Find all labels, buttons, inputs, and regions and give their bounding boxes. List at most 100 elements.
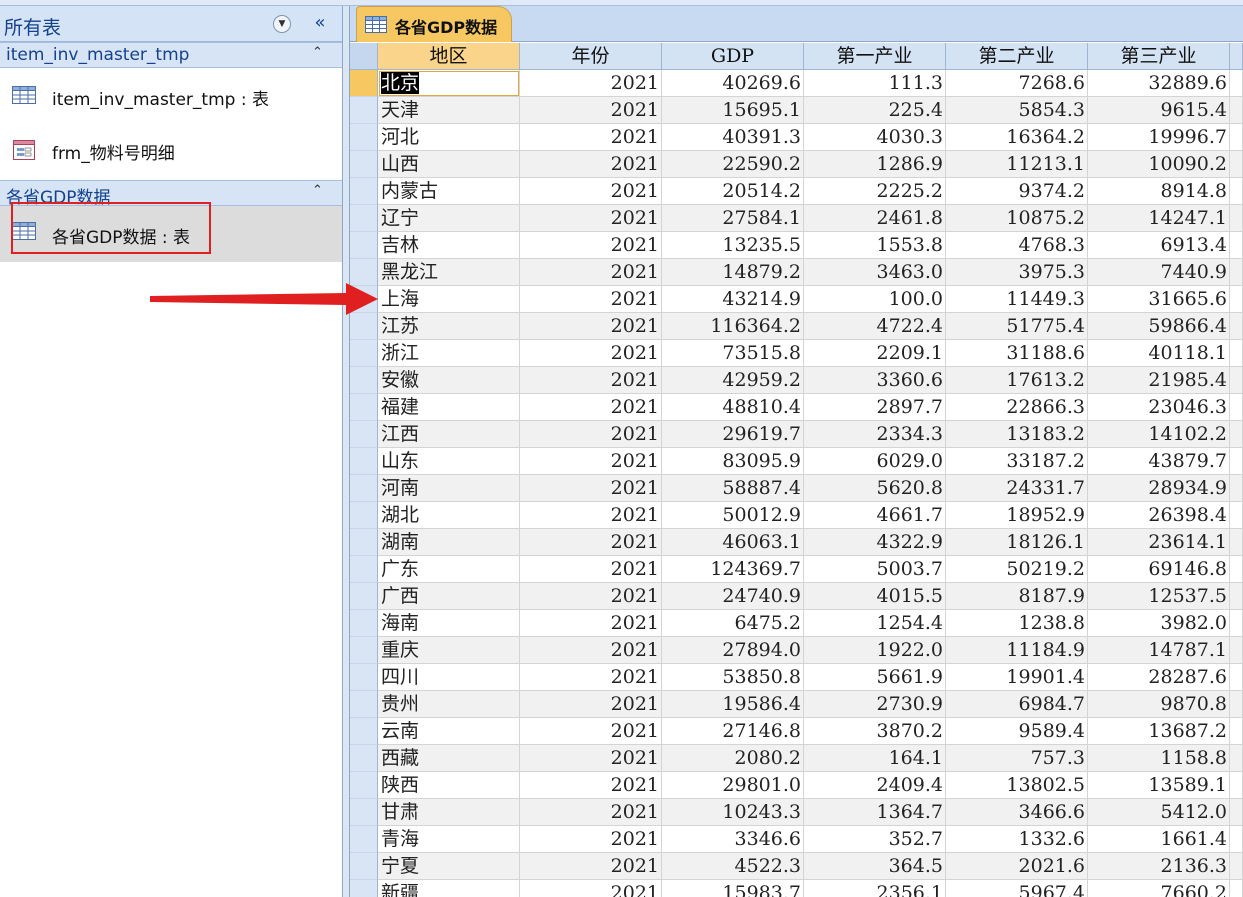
row-selector[interactable]	[350, 475, 378, 502]
table-cell[interactable]: 1254.4	[804, 610, 946, 637]
table-cell[interactable]: 3346.6	[662, 826, 804, 853]
table-cell[interactable]: 2209.1	[804, 340, 946, 367]
table-cell[interactable]: 福建	[378, 394, 520, 421]
row-selector[interactable]	[350, 880, 378, 897]
table-cell[interactable]: 14102.2	[1088, 421, 1230, 448]
table-row[interactable]: 辽宁 2021 27584.1 2461.8 10875.2 14247.1	[350, 205, 1243, 232]
table-cell[interactable]: 69146.8	[1088, 556, 1230, 583]
table-cell[interactable]: 9870.8	[1088, 691, 1230, 718]
table-cell[interactable]: 2021	[520, 313, 662, 340]
table-cell[interactable]: 5661.9	[804, 664, 946, 691]
table-row[interactable]: 广西 2021 24740.9 4015.5 8187.9 12537.5	[350, 583, 1243, 610]
table-cell[interactable]: 7440.9	[1088, 259, 1230, 286]
table-cell[interactable]: 河南	[378, 475, 520, 502]
row-selector[interactable]	[350, 178, 378, 205]
table-cell[interactable]: 2021	[520, 637, 662, 664]
table-row[interactable]: 宁夏 2021 4522.3 364.5 2021.6 2136.3	[350, 853, 1243, 880]
table-cell[interactable]: 12537.5	[1088, 583, 1230, 610]
table-cell[interactable]: 9615.4	[1088, 97, 1230, 124]
table-cell[interactable]: 2021	[520, 97, 662, 124]
table-row[interactable]: 陕西 2021 29801.0 2409.4 13802.5 13589.1	[350, 772, 1243, 799]
table-cell[interactable]: 14879.2	[662, 259, 804, 286]
table-cell[interactable]: 14787.1	[1088, 637, 1230, 664]
table-row[interactable]: 河南 2021 58887.4 5620.8 24331.7 28934.9	[350, 475, 1243, 502]
table-cell[interactable]: 43879.7	[1088, 448, 1230, 475]
table-cell[interactable]: 2021	[520, 448, 662, 475]
table-row[interactable]: 海南 2021 6475.2 1254.4 1238.8 3982.0	[350, 610, 1243, 637]
table-cell[interactable]: 50219.2	[946, 556, 1088, 583]
table-cell[interactable]: 225.4	[804, 97, 946, 124]
table-row[interactable]: 新疆 2021 15983.7 2356.1 5967.4 7660.2	[350, 880, 1243, 897]
table-cell[interactable]: 2021	[520, 286, 662, 313]
table-cell[interactable]: 2136.3	[1088, 853, 1230, 880]
row-selector[interactable]	[350, 637, 378, 664]
table-row[interactable]: 安徽 2021 42959.2 3360.6 17613.2 21985.4	[350, 367, 1243, 394]
table-cell[interactable]: 4015.5	[804, 583, 946, 610]
table-cell[interactable]: 164.1	[804, 745, 946, 772]
table-cell[interactable]: 2356.1	[804, 880, 946, 897]
table-cell[interactable]: 吉林	[378, 232, 520, 259]
row-selector[interactable]	[350, 529, 378, 556]
table-cell[interactable]: 3466.6	[946, 799, 1088, 826]
table-cell[interactable]: 2021	[520, 880, 662, 897]
table-cell[interactable]: 2021	[520, 205, 662, 232]
table-cell[interactable]: 1332.6	[946, 826, 1088, 853]
double-chevron-up-icon[interactable]: ⌃	[312, 45, 323, 60]
table-cell[interactable]: 3982.0	[1088, 610, 1230, 637]
table-cell[interactable]: 2021	[520, 475, 662, 502]
table-row[interactable]: 云南 2021 27146.8 3870.2 9589.4 13687.2	[350, 718, 1243, 745]
table-cell[interactable]: 9374.2	[946, 178, 1088, 205]
table-cell[interactable]: 19901.4	[946, 664, 1088, 691]
table-cell[interactable]: 安徽	[378, 367, 520, 394]
column-header-tertiary-industry[interactable]: 第三产业	[1088, 43, 1230, 70]
table-cell[interactable]: 6029.0	[804, 448, 946, 475]
table-cell[interactable]: 6475.2	[662, 610, 804, 637]
table-cell[interactable]: 11184.9	[946, 637, 1088, 664]
table-cell[interactable]: 四川	[378, 664, 520, 691]
table-cell[interactable]: 宁夏	[378, 853, 520, 880]
row-selector[interactable]	[350, 664, 378, 691]
table-row[interactable]: 重庆 2021 27894.0 1922.0 11184.9 14787.1	[350, 637, 1243, 664]
table-cell[interactable]: 4522.3	[662, 853, 804, 880]
table-cell[interactable]: 河北	[378, 124, 520, 151]
table-row[interactable]: 湖北 2021 50012.9 4661.7 18952.9 26398.4	[350, 502, 1243, 529]
table-cell[interactable]: 2080.2	[662, 745, 804, 772]
table-cell[interactable]: 2021.6	[946, 853, 1088, 880]
table-cell[interactable]: 江西	[378, 421, 520, 448]
table-cell[interactable]: 4722.4	[804, 313, 946, 340]
table-cell[interactable]: 2021	[520, 70, 662, 97]
table-cell[interactable]: 广西	[378, 583, 520, 610]
column-header-region[interactable]: 地区	[378, 43, 520, 70]
table-cell[interactable]: 2021	[520, 340, 662, 367]
table-row[interactable]: 甘肃 2021 10243.3 1364.7 3466.6 5412.0	[350, 799, 1243, 826]
table-cell[interactable]: 116364.2	[662, 313, 804, 340]
table-cell[interactable]: 22866.3	[946, 394, 1088, 421]
table-cell[interactable]: 4768.3	[946, 232, 1088, 259]
table-cell[interactable]: 1661.4	[1088, 826, 1230, 853]
nav-item-item-inv-master-tmp-table[interactable]: item_inv_master_tmp : 表	[0, 70, 342, 124]
table-cell[interactable]: 5003.7	[804, 556, 946, 583]
table-row[interactable]: 四川 2021 53850.8 5661.9 19901.4 28287.6	[350, 664, 1243, 691]
table-cell[interactable]: 3360.6	[804, 367, 946, 394]
table-cell[interactable]: 23614.1	[1088, 529, 1230, 556]
table-cell[interactable]: 40118.1	[1088, 340, 1230, 367]
row-selector[interactable]	[350, 367, 378, 394]
table-cell[interactable]: 海南	[378, 610, 520, 637]
table-cell[interactable]: 3463.0	[804, 259, 946, 286]
table-cell[interactable]: 18952.9	[946, 502, 1088, 529]
table-cell[interactable]: 26398.4	[1088, 502, 1230, 529]
double-chevron-up-icon[interactable]: ⌃	[312, 183, 323, 198]
row-selector[interactable]	[350, 826, 378, 853]
select-all-corner[interactable]	[350, 43, 378, 70]
row-selector[interactable]	[350, 394, 378, 421]
table-cell[interactable]: 2021	[520, 664, 662, 691]
table-cell[interactable]: 7660.2	[1088, 880, 1230, 897]
table-cell[interactable]: 3975.3	[946, 259, 1088, 286]
table-cell[interactable]: 2021	[520, 583, 662, 610]
table-cell[interactable]: 16364.2	[946, 124, 1088, 151]
table-cell[interactable]: 29801.0	[662, 772, 804, 799]
table-cell[interactable]: 53850.8	[662, 664, 804, 691]
row-selector[interactable]	[350, 556, 378, 583]
table-row[interactable]: 浙江 2021 73515.8 2209.1 31188.6 40118.1	[350, 340, 1243, 367]
row-selector[interactable]	[350, 799, 378, 826]
